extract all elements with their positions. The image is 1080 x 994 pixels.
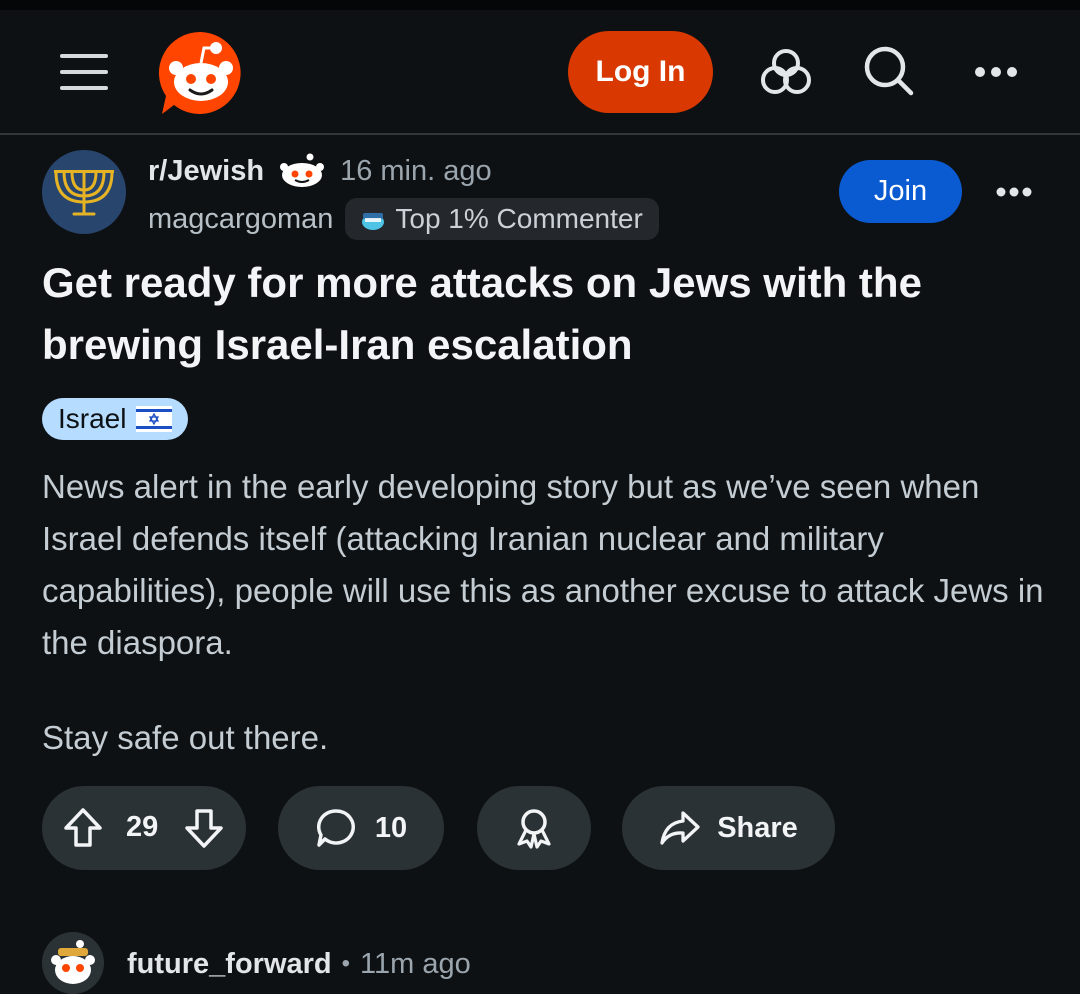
vote-count: 29	[126, 811, 159, 843]
comment-author-name[interactable]: future_forward	[127, 948, 332, 981]
downvote-icon[interactable]	[184, 807, 224, 849]
reddit-logo[interactable]	[158, 30, 244, 116]
comment-time: 11m ago	[360, 947, 471, 980]
share-label: Share	[717, 811, 798, 844]
flair-label: Israel	[58, 403, 127, 434]
comments-button[interactable]: 10	[278, 786, 444, 870]
top-app-bar: Log In	[0, 10, 1080, 135]
commenter-badge: Top 1% Commenter	[345, 198, 659, 240]
post-flair[interactable]: Israel	[42, 398, 189, 440]
badge-label: Top 1% Commenter	[395, 203, 643, 234]
comment-icon	[316, 809, 355, 847]
share-icon	[660, 811, 700, 845]
more-icon[interactable]	[966, 42, 1026, 102]
join-button[interactable]: Join	[839, 160, 962, 223]
subreddit-avatar[interactable]	[42, 150, 126, 234]
subreddit-name[interactable]: r/Jewish	[148, 155, 264, 188]
comment-header: future_forward • 11m ago	[127, 942, 471, 986]
reddit-mascot-icon	[280, 153, 325, 187]
separator-dot: •	[341, 950, 351, 977]
israel-flag-icon	[136, 406, 173, 432]
trending-icon[interactable]	[756, 42, 816, 102]
snoo-avatar-icon	[42, 932, 104, 994]
award-icon	[517, 809, 551, 849]
upvote-icon[interactable]	[63, 807, 103, 849]
search-icon[interactable]	[859, 41, 919, 101]
post-options-icon[interactable]	[984, 162, 1044, 222]
share-button[interactable]: Share	[622, 786, 835, 870]
vote-pill: 29	[42, 786, 246, 870]
menorah-icon	[54, 170, 114, 216]
subreddit-line: r/Jewish 16 min. ago	[148, 150, 492, 192]
badge-icon	[362, 213, 385, 230]
author-line: magcargoman Top 1% Commenter	[148, 197, 659, 241]
post-title[interactable]: Get ready for more attacks on Jews with …	[42, 252, 1032, 376]
post-body-paragraph: News alert in the early developing story…	[42, 468, 1044, 661]
post-body-paragraph: Stay safe out there.	[42, 719, 329, 756]
comment-count: 10	[374, 811, 408, 844]
status-bar-strip	[0, 0, 1080, 10]
author-name[interactable]: magcargoman	[148, 203, 333, 236]
menu-icon[interactable]	[60, 54, 108, 90]
comment-author-avatar[interactable]	[42, 932, 104, 994]
log-in-button[interactable]: Log In	[568, 31, 713, 113]
post-time: 16 min. ago	[340, 154, 492, 187]
award-button[interactable]	[477, 786, 591, 870]
